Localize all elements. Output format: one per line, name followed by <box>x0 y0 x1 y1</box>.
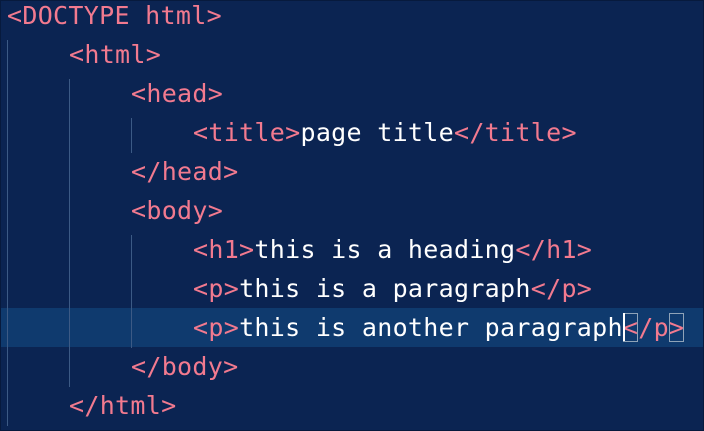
html-tag-token: <head> <box>131 79 224 108</box>
html-tag-token: <body> <box>131 196 224 225</box>
matched-bracket: > <box>668 313 685 342</box>
indent-guide <box>7 40 8 426</box>
code-line-content: <p>this is a paragraph</p> <box>193 269 592 308</box>
html-tag-token: </p> <box>530 274 593 303</box>
text-cursor <box>622 313 625 341</box>
indent-guide <box>69 79 70 387</box>
code-line[interactable]: <h1>this is a heading</h1> <box>1 230 703 269</box>
html-tag-token: <DOCTYPE html> <box>7 1 222 30</box>
code-line[interactable]: <title>page title</title> <box>1 113 703 152</box>
html-tag-token: </head> <box>131 157 239 186</box>
code-line[interactable]: </html> <box>1 386 703 425</box>
code-line-content: <p>this is another paragraph</p> <box>193 308 685 347</box>
code-line[interactable]: <DOCTYPE html> <box>1 0 703 35</box>
indent-guide <box>131 235 132 348</box>
text-content-token: page title <box>300 118 454 147</box>
code-line[interactable]: <html> <box>1 35 703 74</box>
code-line-content: <title>page title</title> <box>193 113 577 152</box>
text-content-token: this is another paragraph <box>239 313 623 342</box>
code-line-content: <head> <box>131 74 223 113</box>
html-tag-token: <p> <box>193 313 240 342</box>
code-line-content: <body> <box>131 191 223 230</box>
code-line[interactable]: <body> <box>1 191 703 230</box>
html-tag-token: </body> <box>131 352 239 381</box>
code-line-content: <html> <box>69 35 161 74</box>
code-line-content: </html> <box>69 386 176 425</box>
code-line-content: <DOCTYPE html> <box>7 0 222 35</box>
html-tag-token: <html> <box>69 40 162 69</box>
code-line[interactable]: <head> <box>1 74 703 113</box>
code-line-content: </head> <box>131 152 238 191</box>
code-line[interactable]: </head> <box>1 152 703 191</box>
code-line-content: <h1>this is a heading</h1> <box>193 230 592 269</box>
html-tag-token: </title> <box>453 118 577 147</box>
indent-guide <box>131 118 132 153</box>
html-tag-token: <title> <box>193 118 301 147</box>
code-line[interactable]: <p>this is a paragraph</p> <box>1 269 703 308</box>
matched-bracket: < <box>622 313 639 342</box>
html-tag-token: </html> <box>69 391 177 420</box>
code-editor[interactable]: <DOCTYPE html> <html> <head> <title>page ti… <box>0 0 704 431</box>
html-tag-token: /p <box>638 313 669 342</box>
code-line-content: </body> <box>131 347 238 386</box>
html-tag-token: </h1> <box>515 235 593 264</box>
code-line-active[interactable]: <p>this is another paragraph</p> <box>1 308 703 347</box>
text-content-token: this is a heading <box>254 235 516 264</box>
html-tag-token: <h1> <box>193 235 255 264</box>
text-content-token: this is a paragraph <box>239 274 531 303</box>
code-line[interactable]: </body> <box>1 347 703 386</box>
html-tag-token: <p> <box>193 274 240 303</box>
